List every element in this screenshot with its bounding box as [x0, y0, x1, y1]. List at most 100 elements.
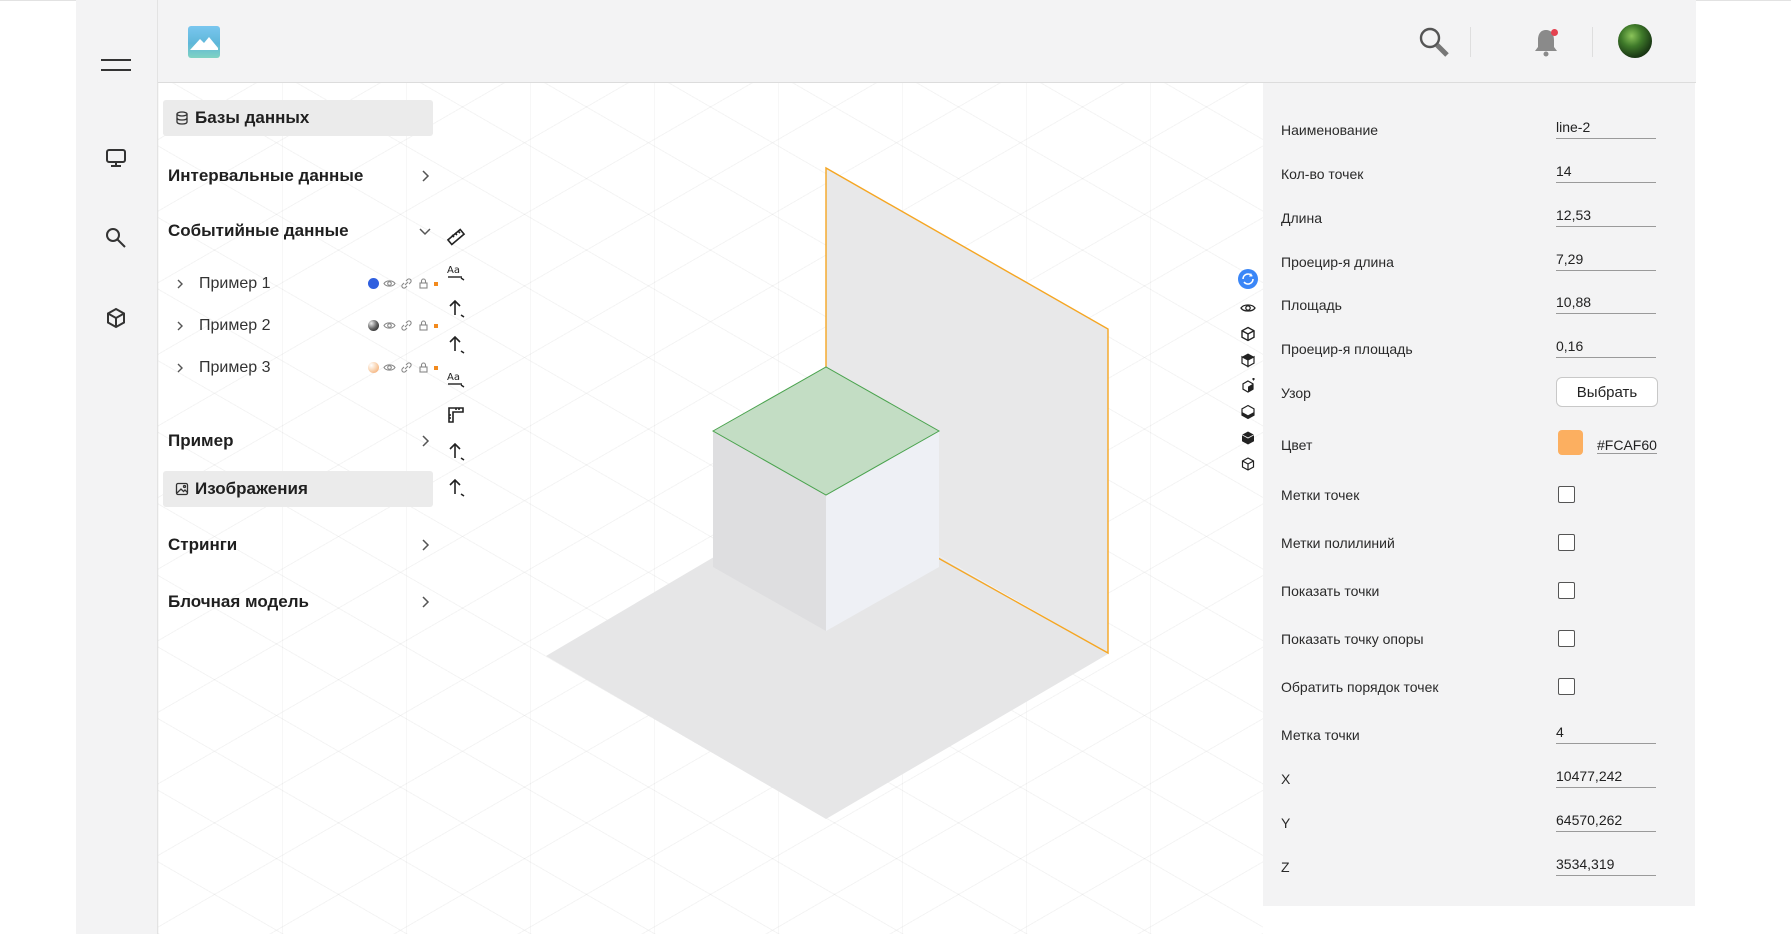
color-dot[interactable]: [368, 362, 379, 373]
color-hex-field[interactable]: #FCAF60: [1597, 437, 1657, 454]
chevron-right-icon[interactable]: [173, 319, 187, 333]
x-field[interactable]: 10477,242: [1556, 767, 1656, 788]
prop-color: Цвет #FCAF60: [1281, 429, 1681, 459]
menu-icon[interactable]: [96, 45, 136, 85]
y-field[interactable]: 64570,262: [1556, 811, 1656, 832]
show-anchor-checkbox[interactable]: [1558, 630, 1575, 647]
app-logo[interactable]: [188, 26, 220, 58]
section-databases[interactable]: Базы данных: [163, 100, 433, 136]
section-block-model[interactable]: Блочная модель: [168, 587, 433, 617]
prop-label: Показать точки: [1281, 583, 1380, 599]
cube-plus-icon[interactable]: [1236, 374, 1260, 398]
section-label: Событийные данные: [168, 221, 349, 240]
bell-icon[interactable]: [1528, 24, 1564, 60]
section-strings[interactable]: Стринги: [168, 530, 433, 560]
lock-icon[interactable]: [417, 319, 430, 332]
prop-y: Y 64570,262: [1281, 807, 1681, 837]
orange-marker: [434, 281, 438, 286]
notification-dot: [1551, 29, 1558, 36]
chevron-down-icon[interactable]: [417, 223, 433, 239]
image-icon: [175, 482, 189, 496]
tree-item-example-2[interactable]: Пример 2: [173, 313, 438, 339]
prop-label: Z: [1281, 859, 1290, 875]
lock-icon[interactable]: [417, 361, 430, 374]
color-dot[interactable]: [368, 278, 379, 289]
arrow-up-icon[interactable]: [444, 332, 468, 356]
arrow-up-icon[interactable]: [444, 439, 468, 463]
point-count-field[interactable]: 14: [1556, 162, 1656, 183]
chevron-right-icon[interactable]: [417, 594, 433, 610]
search-icon[interactable]: [1416, 24, 1452, 60]
svg-text:Aa: Aa: [447, 265, 460, 276]
point-mark-field[interactable]: 4: [1556, 723, 1656, 744]
avatar[interactable]: [1618, 24, 1652, 58]
chevron-right-icon[interactable]: [417, 537, 433, 553]
eye-icon[interactable]: [383, 277, 396, 290]
prop-label: Проецир-я длина: [1281, 254, 1394, 270]
choose-pattern-button[interactable]: Выбрать: [1556, 377, 1658, 407]
chevron-right-icon[interactable]: [173, 361, 187, 375]
cube-icon[interactable]: [96, 298, 136, 338]
show-points-checkbox[interactable]: [1558, 582, 1575, 599]
z-field[interactable]: 3534,319: [1556, 855, 1656, 876]
reverse-order-checkbox[interactable]: [1558, 678, 1575, 695]
link-icon[interactable]: [400, 361, 413, 374]
ruler-icon[interactable]: [444, 225, 468, 249]
item-tools: [368, 319, 438, 332]
item-label: Пример 3: [199, 359, 271, 376]
prop-z: Z 3534,319: [1281, 851, 1681, 881]
link-icon[interactable]: [400, 277, 413, 290]
database-icon: [175, 111, 189, 125]
section-interval-data[interactable]: Интервальные данные: [168, 161, 433, 191]
prop-name: Наименование line-2: [1281, 114, 1681, 144]
text-label-icon[interactable]: Aa: [444, 260, 468, 284]
3d-scene: [546, 166, 1109, 819]
color-dot[interactable]: [368, 320, 379, 331]
properties-panel: Наименование line-2 Кол-во точек 14 Длин…: [1263, 83, 1695, 906]
prop-label: Показать точку опоры: [1281, 631, 1424, 647]
polyline-marks-checkbox[interactable]: [1558, 534, 1575, 551]
arrow-up-icon[interactable]: [444, 475, 468, 499]
link-icon[interactable]: [400, 319, 413, 332]
prop-projected-area: Проецир-я площадь 0,16: [1281, 333, 1681, 363]
projected-area-field[interactable]: 0,16: [1556, 337, 1656, 358]
section-event-data[interactable]: Событийные данные: [168, 216, 433, 246]
chevron-right-icon[interactable]: [417, 433, 433, 449]
cube-outline-icon[interactable]: [1236, 322, 1260, 346]
monitor-icon[interactable]: [96, 138, 136, 178]
cube-layers-icon[interactable]: [1236, 400, 1260, 424]
header-divider: [1592, 27, 1593, 57]
section-label: Интервальные данные: [168, 166, 364, 185]
prop-label: Обратить порядок точек: [1281, 679, 1439, 695]
eye-icon[interactable]: [1236, 296, 1260, 320]
section-label: Стринги: [168, 535, 238, 554]
chevron-right-icon[interactable]: [417, 168, 433, 184]
rotate-view-icon[interactable]: [1236, 267, 1260, 291]
name-field[interactable]: line-2: [1556, 118, 1656, 139]
cube-solid-icon[interactable]: [1236, 348, 1260, 372]
tree-item-example-1[interactable]: Пример 1: [173, 271, 438, 297]
chevron-right-icon[interactable]: [173, 277, 187, 291]
section-example[interactable]: Пример: [168, 426, 433, 456]
prop-label: Кол-во точек: [1281, 166, 1364, 182]
text-label-icon[interactable]: Aa: [444, 367, 468, 391]
3d-viewport[interactable]: [158, 83, 1263, 934]
projected-length-field[interactable]: 7,29: [1556, 250, 1656, 271]
tree-item-example-3[interactable]: Пример 3: [173, 355, 438, 381]
lock-icon[interactable]: [417, 277, 430, 290]
area-field[interactable]: 10,88: [1556, 293, 1656, 314]
color-swatch[interactable]: [1558, 430, 1583, 455]
eye-icon[interactable]: [383, 361, 396, 374]
prop-polyline-marks: Метки полилиний: [1281, 527, 1681, 557]
corner-ruler-icon[interactable]: [444, 403, 468, 427]
search-icon[interactable]: [96, 218, 136, 258]
prop-x: X 10477,242: [1281, 763, 1681, 793]
length-field[interactable]: 12,53: [1556, 206, 1656, 227]
eye-icon[interactable]: [383, 319, 396, 332]
cube-small-icon[interactable]: [1236, 452, 1260, 476]
point-marks-checkbox[interactable]: [1558, 486, 1575, 503]
section-label: Пример: [168, 431, 234, 450]
section-images[interactable]: Изображения: [163, 471, 433, 507]
arrow-up-icon[interactable]: [444, 296, 468, 320]
cube-dark-icon[interactable]: [1236, 426, 1260, 450]
